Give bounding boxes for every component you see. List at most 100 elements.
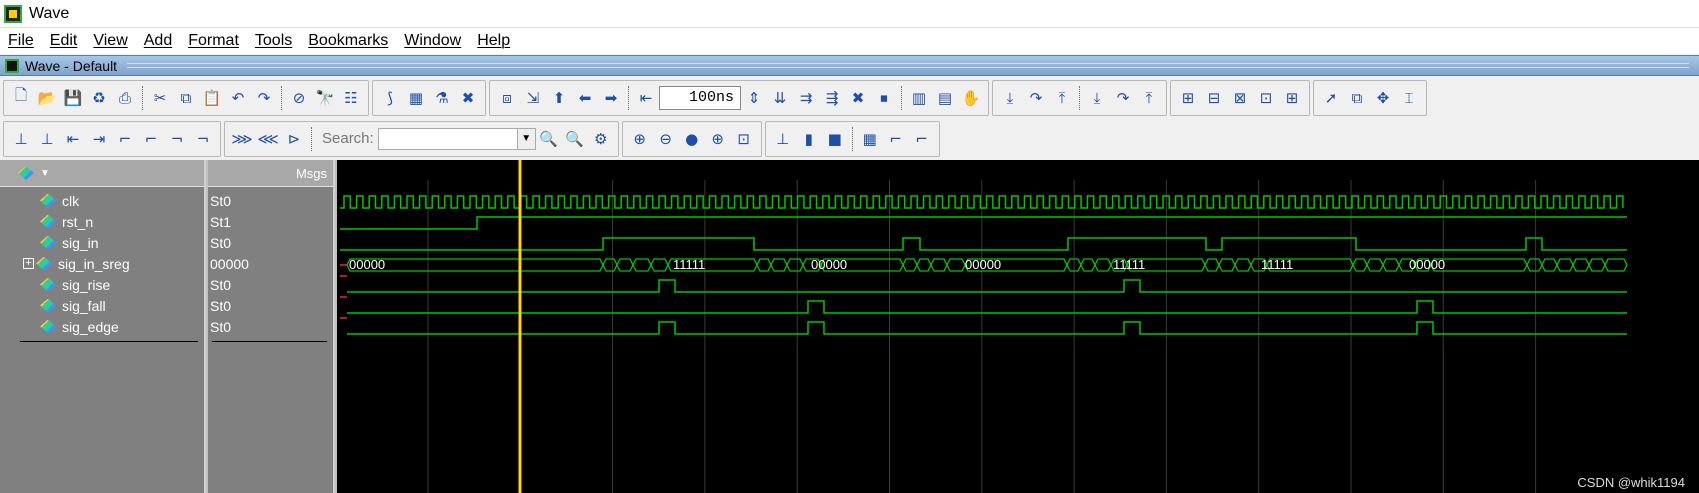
compile-all-icon[interactable]: ▦	[404, 86, 428, 110]
edit-mode-icon[interactable]: ⌶	[1397, 86, 1421, 110]
run-icon[interactable]: ⇊	[768, 86, 792, 110]
step-back-icon[interactable]: ⬅	[573, 86, 597, 110]
run-all-icon[interactable]: ⇶	[820, 86, 844, 110]
menu-format[interactable]: Format	[180, 32, 247, 50]
open-folder-icon[interactable]: 📂	[35, 86, 59, 110]
chevron-down-icon[interactable]: ▼	[40, 168, 50, 179]
next-transition-icon[interactable]: ⇥	[87, 127, 111, 151]
step-out-current-icon[interactable]: ⤒	[1137, 86, 1161, 110]
expand-icon[interactable]: ⋙	[230, 127, 254, 151]
zoom-cursor-icon[interactable]: ⊕	[706, 127, 730, 151]
wave-style-3-icon[interactable]: ■	[823, 127, 847, 151]
menu-add[interactable]: Add	[136, 32, 180, 50]
wave-style-6-icon[interactable]: ⌐	[910, 127, 934, 151]
step-forward-icon[interactable]: ➡	[599, 86, 623, 110]
find-icon[interactable]: 🔭	[313, 86, 337, 110]
zoom-range-icon[interactable]: ⊡	[732, 127, 756, 151]
bus-segment	[1234, 258, 1252, 272]
step-over-current-icon[interactable]: ↷	[1111, 86, 1135, 110]
pan-mode-icon[interactable]: ✥	[1371, 86, 1395, 110]
expand-icon[interactable]: +	[23, 258, 34, 269]
wave-style-1-icon[interactable]: ⊥	[771, 127, 795, 151]
signal-row-clk[interactable]: clk	[40, 190, 79, 211]
break-icon[interactable]: ⊘	[287, 86, 311, 110]
delete-cursor-icon[interactable]: ⊥	[35, 127, 59, 151]
wave-style-2-icon[interactable]: ▮	[797, 127, 821, 151]
menu-file[interactable]: File	[0, 32, 42, 50]
wave-style-4-icon[interactable]: ▦	[858, 127, 882, 151]
add-wave-icon[interactable]: ⧈	[495, 86, 519, 110]
layout-4-icon[interactable]: ⊡	[1254, 86, 1278, 110]
signal-row-rst_n[interactable]: rst_n	[40, 211, 93, 232]
step-up-icon[interactable]: ⬆	[547, 86, 571, 110]
menu-view[interactable]: View	[85, 32, 135, 50]
save-icon[interactable]: 💾	[61, 86, 85, 110]
layout-2-icon[interactable]: ⊟	[1202, 86, 1226, 110]
menu-help[interactable]: Help	[469, 32, 518, 50]
format-icon[interactable]: ☷	[339, 86, 363, 110]
layout-3-icon[interactable]: ⊠	[1228, 86, 1252, 110]
copy-icon[interactable]: ⧉	[174, 86, 198, 110]
menu-window[interactable]: Window	[396, 32, 469, 50]
redo-icon[interactable]: ↷	[252, 86, 276, 110]
memory-icon[interactable]: ▤	[933, 86, 957, 110]
insert-icon[interactable]: ⇲	[521, 86, 545, 110]
prev-transition-icon[interactable]: ⇤	[61, 127, 85, 151]
hand-icon[interactable]: ✋	[959, 86, 983, 110]
step-into-icon[interactable]: ⤓	[998, 86, 1022, 110]
waveform-plot[interactable]: 00000 11111 00000 00000 11111 11111 00000 CSDN…	[337, 160, 1699, 493]
time-spinner-icon[interactable]: ⇕	[742, 86, 766, 110]
drag-grip[interactable]	[127, 63, 1689, 68]
undo-icon[interactable]: ↶	[226, 86, 250, 110]
zoom-out-icon[interactable]: ⊖	[654, 127, 678, 151]
collapse-icon[interactable]: ⋘	[256, 127, 280, 151]
bookmark-icon[interactable]: ⊳	[282, 127, 306, 151]
bus-segment	[1556, 258, 1574, 272]
run-length-input[interactable]	[659, 85, 741, 110]
step-over-icon[interactable]: ↷	[1024, 86, 1048, 110]
wave-style-5-icon[interactable]: ⌐	[884, 127, 908, 151]
search-next-icon[interactable]: 🔍	[563, 127, 587, 151]
zoom-in-icon[interactable]: ⊕	[628, 127, 652, 151]
paste-icon[interactable]: 📋	[200, 86, 224, 110]
select-mode-icon[interactable]: ➚	[1319, 86, 1343, 110]
step-out-icon[interactable]: ⤒	[1050, 86, 1074, 110]
search-input[interactable]	[377, 127, 518, 150]
signal-row-sig_edge[interactable]: sig_edge	[40, 316, 119, 337]
search-options-icon[interactable]: ⚙	[589, 127, 613, 151]
layout-1-icon[interactable]: ⊞	[1176, 86, 1200, 110]
simulate-icon[interactable]: ⚗	[430, 86, 454, 110]
break-run-icon[interactable]: ✖	[846, 86, 870, 110]
signal-row-sig_fall[interactable]: sig_fall	[40, 295, 106, 316]
signal-row-sig_in[interactable]: sig_in	[40, 232, 99, 253]
menu-edit[interactable]: Edit	[42, 32, 86, 50]
compile-icon[interactable]: ⟆	[378, 86, 402, 110]
wave-display-icon[interactable]	[18, 166, 34, 180]
new-file-icon[interactable]: 🗋	[9, 86, 33, 110]
signal-row-sig_in_sreg[interactable]: + sig_in_sreg	[23, 253, 130, 274]
insert-cursor-icon[interactable]: ⊥	[9, 127, 33, 151]
signal-row-sig_rise[interactable]: sig_rise	[40, 274, 110, 295]
restart-icon[interactable]: ⇤	[634, 86, 658, 110]
continue-icon[interactable]: ⇉	[794, 86, 818, 110]
chevron-down-icon[interactable]: ▼	[517, 127, 536, 150]
prev-falling-icon[interactable]: ⌐	[113, 127, 137, 151]
stop-icon[interactable]: ⏹	[872, 86, 896, 110]
break-sim-icon[interactable]: ✖	[456, 86, 480, 110]
search-prev-icon[interactable]: 🔍	[537, 127, 561, 151]
next-falling-icon[interactable]: ⌐	[139, 127, 163, 151]
menu-bookmarks[interactable]: Bookmarks	[300, 32, 396, 50]
menu-tools[interactable]: Tools	[247, 32, 300, 50]
cut-icon[interactable]: ✂	[148, 86, 172, 110]
prev-rising-icon[interactable]: ¬	[165, 127, 189, 151]
step-into-current-icon[interactable]: ⤓	[1085, 86, 1109, 110]
zoom-full-icon[interactable]: ●	[680, 127, 704, 151]
reload-icon[interactable]: ♻	[87, 86, 111, 110]
waveform-canvas[interactable]: 00000 11111 00000 00000 11111 11111 00000	[337, 160, 1699, 493]
performance-icon[interactable]: ▥	[907, 86, 931, 110]
bus-segment	[616, 258, 634, 272]
layout-5-icon[interactable]: ⊞	[1280, 86, 1304, 110]
print-icon[interactable]: ⎙	[113, 86, 137, 110]
next-rising-icon[interactable]: ¬	[191, 127, 215, 151]
zoom-mode-icon[interactable]: ⧉	[1345, 86, 1369, 110]
